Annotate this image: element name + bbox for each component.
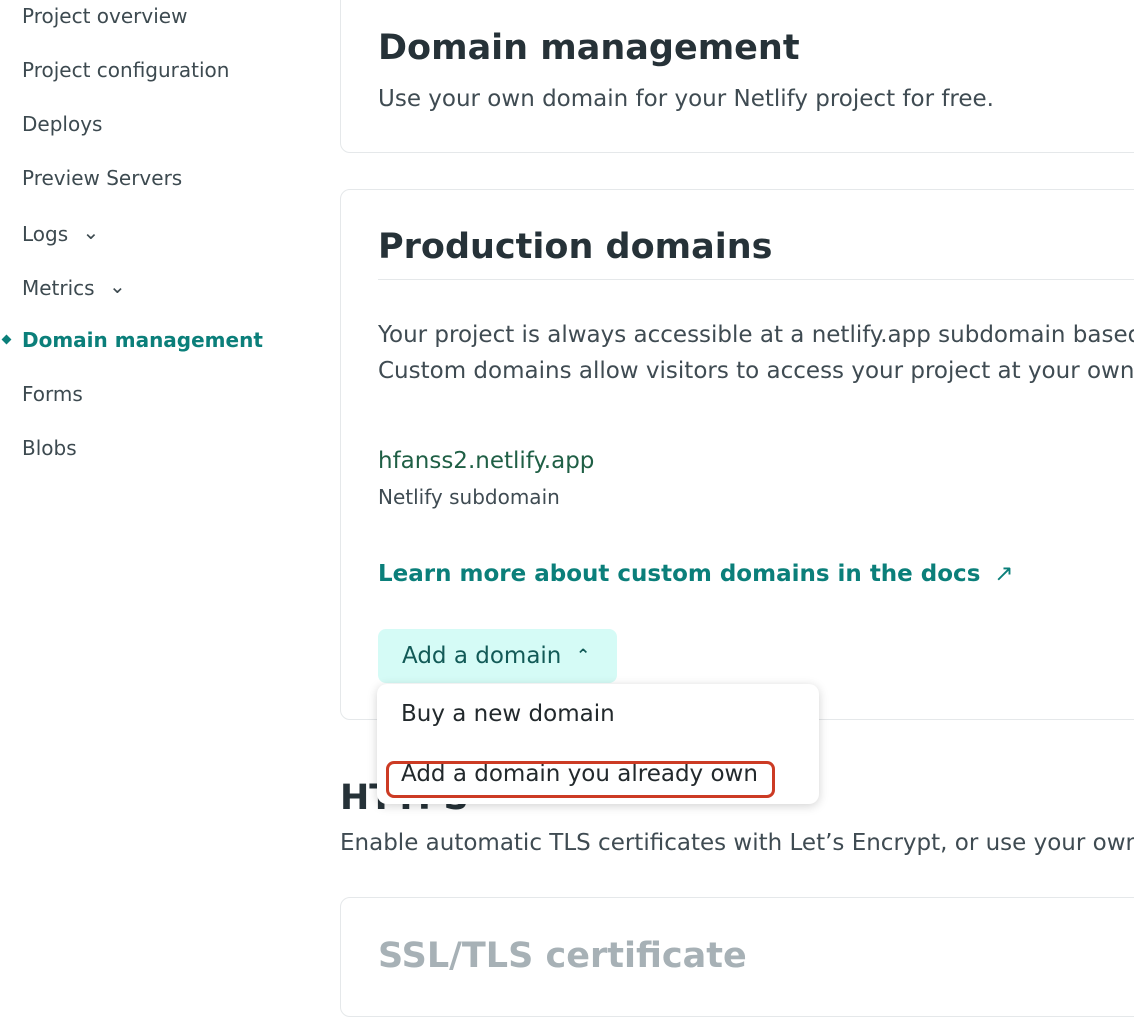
- sidebar-item-blobs[interactable]: Blobs: [22, 434, 77, 462]
- card-divider: [378, 279, 1134, 280]
- ssl-tls-certificate-card: SSL/TLS certificate: [340, 897, 1134, 1017]
- sidebar-item-label: Project configuration: [22, 58, 230, 82]
- sidebar-item-project-configuration[interactable]: Project configuration: [22, 56, 229, 84]
- sidebar-item-label: Metrics: [22, 276, 95, 300]
- subdomain-name: hfanss2.netlify.app: [378, 448, 595, 474]
- chevron-up-icon: ⌃: [576, 646, 591, 666]
- external-link-icon: ↗: [994, 561, 1014, 587]
- sidebar-item-label: Forms: [22, 382, 83, 406]
- chevron-down-icon: ⌄: [82, 220, 100, 244]
- page-description: Use your own domain for your Netlify pro…: [378, 86, 994, 112]
- production-domains-description-line-2: Custom domains allow visitors to access …: [378, 358, 1134, 384]
- add-existing-domain-menu-item[interactable]: Add a domain you already own: [401, 759, 758, 789]
- sidebar-item-deploys[interactable]: Deploys: [22, 110, 102, 138]
- sidebar-item-label: Domain management: [22, 328, 263, 352]
- add-domain-dropdown-menu: Buy a new domain Add a domain you alread…: [377, 684, 819, 804]
- sidebar-item-label: Project overview: [22, 4, 188, 28]
- page-title: Domain management: [378, 28, 800, 68]
- learn-more-domains-link[interactable]: Learn more about custom domains in the d…: [378, 559, 1014, 589]
- sidebar-item-preview-servers[interactable]: Preview Servers: [22, 164, 182, 192]
- sidebar-item-forms[interactable]: Forms: [22, 380, 83, 408]
- add-domain-button[interactable]: Add a domain ⌃: [378, 629, 617, 683]
- sidebar: Project overview Project configuration D…: [0, 0, 320, 975]
- sidebar-item-label: Blobs: [22, 436, 77, 460]
- domain-management-card: Domain management Use your own domain fo…: [340, 0, 1134, 153]
- subdomain-label: Netlify subdomain: [378, 485, 560, 509]
- learn-more-link-label: Learn more about custom domains in the d…: [378, 561, 981, 587]
- sidebar-item-domain-management[interactable]: Domain management: [1, 326, 263, 354]
- sidebar-item-metrics[interactable]: Metrics ⌄: [22, 272, 126, 302]
- buy-new-domain-menu-item[interactable]: Buy a new domain: [401, 699, 615, 729]
- chevron-down-icon: ⌄: [108, 274, 126, 298]
- add-domain-button-label: Add a domain: [402, 643, 562, 669]
- sidebar-item-label: Deploys: [22, 112, 103, 136]
- ssl-tls-certificate-title: SSL/TLS certificate: [378, 936, 747, 976]
- sidebar-item-label: Logs: [22, 222, 69, 246]
- active-indicator-icon: [1, 334, 12, 345]
- https-section-description: Enable automatic TLS certificates with L…: [340, 830, 1134, 856]
- production-domains-title: Production domains: [378, 227, 773, 267]
- sidebar-item-label: Preview Servers: [22, 166, 183, 190]
- production-domains-card: Production domains Your project is alway…: [340, 189, 1134, 720]
- production-domains-description-line-1: Your project is always accessible at a n…: [378, 322, 1134, 348]
- sidebar-item-logs[interactable]: Logs ⌄: [22, 218, 99, 248]
- sidebar-item-project-overview[interactable]: Project overview: [22, 2, 187, 30]
